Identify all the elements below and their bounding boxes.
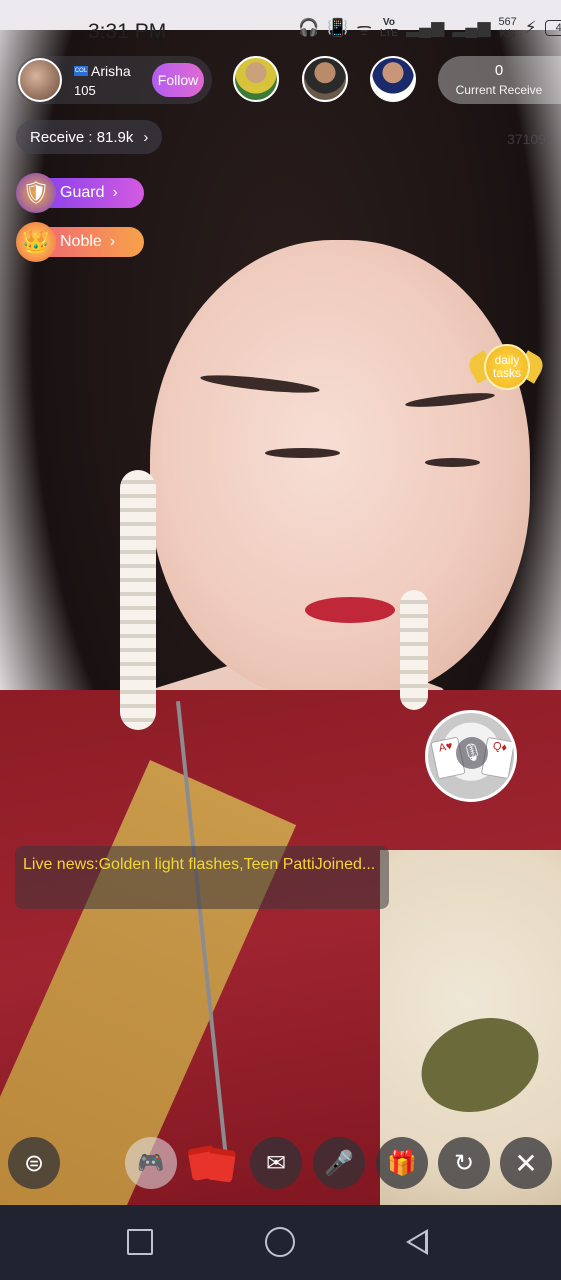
chevron-right-icon: › — [112, 184, 118, 201]
host-name-row: COL Arisha — [74, 63, 131, 79]
stream-earring — [120, 470, 156, 730]
network-speed-unit: K/s — [499, 28, 516, 40]
red-packet-button[interactable] — [186, 1137, 238, 1189]
vibrate-icon: 📳 — [327, 18, 349, 37]
message-button[interactable]: ✉ — [250, 1137, 302, 1189]
host-card[interactable]: COL Arisha 105 Follow — [16, 56, 212, 104]
gamepad-icon: 🎮 — [137, 1150, 165, 1175]
chevron-right-icon: › — [109, 233, 116, 250]
system-nav-bar — [0, 1205, 561, 1280]
country-flag-icon: COL — [74, 66, 88, 76]
charging-icon: ⚡ — [524, 18, 537, 37]
host-avatar[interactable] — [18, 58, 62, 102]
gift-button[interactable]: 🎁 — [376, 1137, 428, 1189]
home-icon[interactable] — [265, 1227, 295, 1257]
share-button[interactable]: ↻ — [438, 1137, 490, 1189]
battery-icon: 42 — [544, 20, 561, 36]
status-icons: 🎧 📳 ᯤ Vo LTE ▂▄▆ ▂▄▆ 567 K/s ⚡ 42 — [298, 16, 561, 40]
teen-patti-game-float[interactable]: A♥ Q♦ 🎙 — [425, 710, 517, 802]
viewer-avatar[interactable] — [302, 56, 348, 102]
headphone-icon: 🎧 — [298, 18, 320, 37]
receive-total-pill[interactable]: Receive : 81.9k › — [16, 120, 163, 154]
noble-label: Noble — [60, 233, 102, 250]
mic-button[interactable]: 🎤 — [313, 1137, 365, 1189]
room-id: 37109 — [507, 131, 546, 147]
network-speed-value: 567 — [498, 16, 517, 28]
red-envelope-icon — [205, 1147, 237, 1183]
noble-badge[interactable]: 👑 Noble › — [16, 222, 144, 262]
share-arrow-icon: ↻ — [453, 1149, 475, 1177]
close-button[interactable]: ✕ — [500, 1137, 552, 1189]
current-receive-label: Current Receive — [455, 83, 543, 97]
viewer-avatar[interactable] — [233, 56, 279, 102]
wifi-icon: ᯤ — [356, 19, 372, 39]
current-receive-count: 0 — [494, 62, 504, 79]
gift-box-icon: 🎁 — [387, 1149, 417, 1177]
chat-icon: ⊜ — [23, 1149, 45, 1177]
guard-label: Guard — [60, 184, 105, 201]
stream-lips — [305, 597, 395, 623]
chat-button[interactable]: ⊜ — [8, 1137, 60, 1189]
host-id: 105 — [74, 83, 96, 98]
live-news-banner: Live news:Golden light flashes,Teen Patt… — [15, 846, 389, 909]
daily-tasks-badge: daily tasks — [484, 344, 530, 390]
microphone-icon: 🎤 — [324, 1149, 354, 1177]
volte-bottom: LTE — [379, 28, 399, 39]
volte-top: Vo — [382, 17, 395, 28]
status-bar: 3:31 PM 🎧 📳 ᯤ Vo LTE ▂▄▆ ▂▄▆ 567 K/s ⚡ 4… — [0, 0, 561, 60]
noble-crown-icon: 👑 — [16, 222, 56, 262]
guard-icon: 🛡 — [16, 173, 56, 213]
chevron-right-icon: › — [143, 128, 149, 146]
guard-badge[interactable]: 🛡 Guard › — [16, 173, 144, 213]
signal-icon: ▂▄▆ — [406, 18, 445, 37]
daily-tasks-line1: daily — [494, 353, 520, 367]
viewer-avatar[interactable] — [370, 56, 416, 102]
stream-eye — [265, 448, 340, 458]
network-speed: 567 K/s — [498, 16, 516, 40]
current-receive-box[interactable]: 0 Current Receive — [438, 56, 561, 104]
daily-tasks-line2: tasks — [492, 366, 521, 380]
stream-eye — [425, 458, 480, 467]
stream-face — [150, 240, 530, 700]
daily-tasks-button[interactable]: daily tasks — [464, 344, 548, 396]
game-button[interactable]: 🎮 — [125, 1137, 177, 1189]
stream-earring — [400, 590, 428, 710]
close-icon: ✕ — [514, 1147, 538, 1179]
volte-indicator: Vo LTE — [380, 17, 398, 39]
follow-button[interactable]: Follow — [152, 63, 204, 97]
back-icon[interactable] — [406, 1229, 428, 1255]
signal-icon-2: ▂▄▆ — [452, 18, 491, 37]
receive-total-label: Receive : 81.9k — [30, 128, 134, 146]
status-time: 3:31 PM — [88, 20, 167, 43]
mic-icon: 🎙 — [456, 737, 488, 769]
recent-apps-icon[interactable] — [127, 1229, 153, 1255]
host-name: Arisha — [91, 63, 131, 79]
mail-icon: ✉ — [265, 1149, 287, 1177]
